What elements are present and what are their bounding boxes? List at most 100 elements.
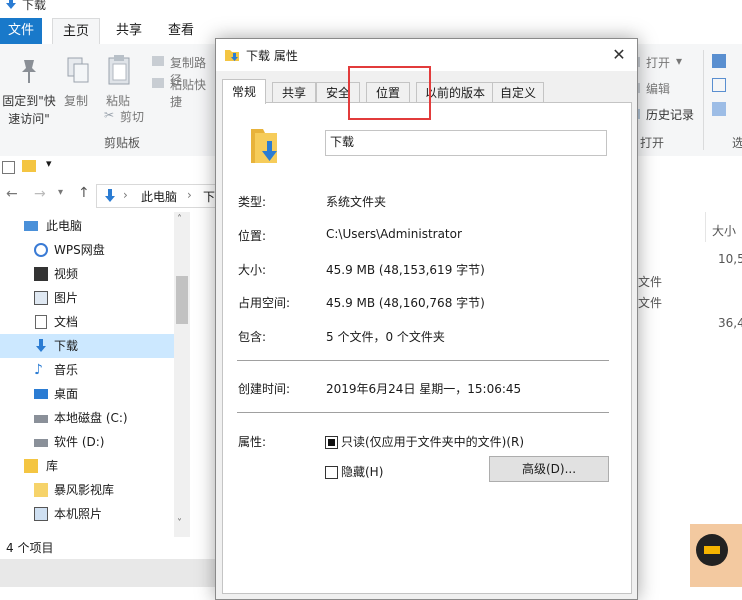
ribbon-divider (703, 50, 704, 150)
size-cell: 10,5 (718, 252, 742, 266)
nav-item-downloads[interactable]: 下载 (0, 334, 174, 358)
type-label: 类型: (238, 195, 267, 209)
tab-view[interactable]: 查看 (158, 18, 204, 44)
tab-general[interactable]: 常规 (222, 79, 266, 104)
readonly-checkbox[interactable] (325, 436, 338, 449)
nav-label: 库 (46, 459, 59, 473)
contains-label: 包含: (238, 330, 267, 344)
qat-dropdown-icon[interactable]: ▾ (46, 157, 52, 170)
copy-button[interactable]: 复制 (60, 52, 96, 112)
close-icon[interactable]: ✕ (604, 41, 634, 69)
hidden-checkbox[interactable] (325, 466, 338, 479)
size-column-header[interactable]: 大小 (712, 222, 736, 239)
paste-shortcut-icon (152, 78, 164, 88)
location-value: C:\Users\Administrator (326, 227, 462, 241)
item-count: 4 个项目 (6, 541, 54, 555)
download-icon (36, 339, 46, 352)
folder-name-input[interactable]: 下载 (325, 130, 607, 156)
group-label-select-partial: 选 (732, 136, 742, 150)
nav-item-this-pc[interactable]: 此电脑 (0, 214, 174, 238)
nav-label: 音乐 (54, 363, 79, 377)
readonly-label[interactable]: 只读(仅应用于文件夹中的文件)(R) (341, 433, 524, 450)
download-arrow-icon (6, 0, 16, 9)
nav-item-wps-cloud[interactable]: WPS网盘 (0, 238, 174, 262)
nav-label: 此电脑 (46, 219, 83, 233)
library-icon (24, 459, 38, 473)
tab-home[interactable]: 主页 (52, 18, 101, 45)
nav-label: 文档 (54, 315, 79, 329)
paste-button[interactable]: 粘贴 (100, 52, 140, 112)
address-box[interactable]: › 此电脑 › 下 (96, 184, 226, 208)
copy-icon (67, 57, 89, 83)
tab-sharing[interactable]: 共享 (272, 82, 316, 103)
copy-path-button[interactable]: 复制路径 (152, 54, 216, 87)
scroll-up-icon[interactable]: ˄ (177, 214, 182, 225)
breadcrumb-this-pc[interactable]: 此电脑 (141, 188, 177, 205)
folder-icon[interactable] (22, 160, 36, 172)
tab-customize[interactable]: 自定义 (492, 82, 544, 103)
nav-label: 本机照片 (54, 507, 103, 521)
breadcrumb-sep-icon: › (187, 188, 192, 202)
nav-label: 桌面 (54, 387, 79, 401)
cut-button[interactable]: ✂ 剪切 (104, 108, 154, 126)
highlight-annotation (348, 66, 431, 120)
explorer-window-title: 下载 (22, 0, 47, 12)
folder-icon (34, 483, 48, 497)
tab-share[interactable]: 共享 (106, 18, 152, 44)
photo-icon (34, 507, 48, 521)
nav-item-music[interactable]: ♪ 音乐 (0, 358, 174, 382)
checkbox-icon[interactable] (2, 161, 15, 174)
invert-select-icon[interactable] (712, 102, 726, 116)
pc-icon (24, 221, 38, 231)
location-label: 位置: (238, 229, 267, 243)
contains-value: 5 个文件，0 个文件夹 (326, 330, 445, 344)
edit-label: 编辑 (646, 82, 671, 96)
nav-item-documents[interactable]: 文档 (0, 310, 174, 334)
pin-label-line1: 固定到"快 (2, 94, 56, 108)
paste-label: 粘贴 (106, 94, 131, 108)
up-arrow-icon[interactable]: ↑ (78, 185, 90, 201)
back-arrow-icon[interactable]: ← (6, 186, 18, 202)
scroll-thumb[interactable] (176, 276, 188, 324)
paste-shortcut-button[interactable]: 粘贴快捷 (152, 76, 216, 109)
pin-quick-access-button[interactable]: 固定到"快 速访问" (0, 52, 58, 126)
open-label: 打开 (646, 56, 671, 70)
nav-label: 暴风影视库 (54, 483, 115, 497)
drive-icon (34, 439, 48, 447)
nav-item-desktop[interactable]: 桌面 (0, 382, 174, 406)
character-beak-icon (704, 546, 720, 554)
type-value: 系统文件夹 (326, 195, 387, 209)
nav-scrollbar[interactable]: ˄ ˅ (174, 212, 190, 537)
advanced-button[interactable]: 高级(D)... (489, 456, 609, 482)
group-label-open: 打开 (640, 136, 665, 150)
nav-item-videos[interactable]: 视频 (0, 262, 174, 286)
taskbar-strip (0, 559, 215, 587)
forward-arrow-icon[interactable]: → (34, 186, 46, 202)
cut-label: 剪切 (120, 110, 145, 124)
picture-icon (34, 291, 48, 305)
hidden-label[interactable]: 隐藏(H) (341, 463, 383, 480)
nav-item-drive-c[interactable]: 本地磁盘 (C:) (0, 406, 174, 430)
nav-item-baofeng[interactable]: 暴风影视库 (0, 478, 174, 502)
breadcrumb-downloads[interactable]: 下 (203, 188, 215, 205)
size-value: 45.9 MB (48,153,619 字节) (326, 263, 485, 277)
tab-file[interactable]: 文件 (0, 18, 42, 44)
scroll-down-icon[interactable]: ˅ (177, 518, 182, 529)
attributes-label: 属性: (238, 435, 267, 449)
nav-item-photos[interactable]: 本机照片 (0, 502, 174, 526)
select-none-icon[interactable] (712, 78, 726, 92)
download-location-icon (105, 189, 115, 202)
nav-item-pictures[interactable]: 图片 (0, 286, 174, 310)
folder-download-large-icon (251, 129, 277, 163)
wallpaper-partial-image (690, 524, 742, 587)
status-bar: 4 个项目 (0, 537, 215, 559)
nav-label: 图片 (54, 291, 79, 305)
select-all-icon[interactable] (712, 54, 726, 68)
history-button[interactable]: 历史记录 (628, 106, 698, 124)
document-icon (35, 315, 47, 329)
nav-item-libraries[interactable]: 库 (0, 454, 174, 478)
history-dropdown-icon[interactable]: ▾ (58, 187, 63, 198)
explorer-title-bar: 下载 (0, 0, 742, 18)
video-icon (34, 267, 48, 281)
nav-item-drive-d[interactable]: 软件 (D:) (0, 430, 174, 454)
